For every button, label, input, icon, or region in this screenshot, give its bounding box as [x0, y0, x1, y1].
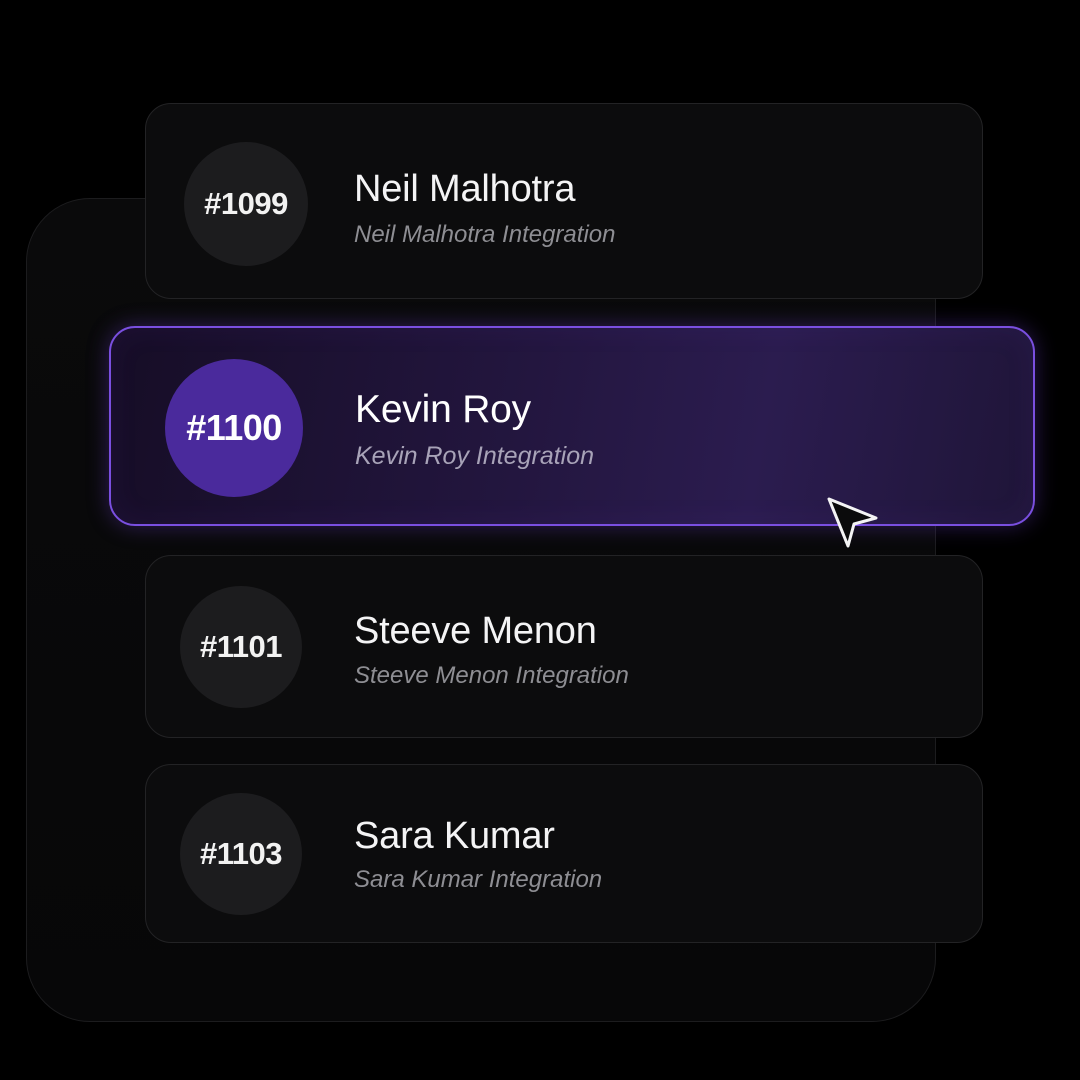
item-subtitle: Steeve Menon Integration	[354, 662, 629, 689]
id-badge: #1099	[184, 142, 308, 266]
id-badge: #1103	[180, 793, 302, 915]
id-badge-label: #1100	[186, 407, 282, 448]
item-name: Sara Kumar	[354, 815, 555, 857]
id-badge: #1100	[165, 359, 303, 497]
list-item-1100[interactable]: #1100 Kevin Roy Kevin Roy Integration	[109, 326, 1035, 526]
mouse-pointer-icon	[826, 496, 880, 550]
list-item-1099[interactable]: #1099 Neil Malhotra Neil Malhotra Integr…	[145, 103, 983, 299]
id-badge-label: #1103	[200, 836, 283, 871]
list-item-1101[interactable]: #1101 Steeve Menon Steeve Menon Integrat…	[145, 555, 983, 738]
id-badge-label: #1099	[204, 186, 288, 221]
item-subtitle: Kevin Roy Integration	[355, 442, 595, 470]
list-item-1103[interactable]: #1103 Sara Kumar Sara Kumar Integration	[145, 764, 983, 943]
id-badge: #1101	[180, 586, 302, 708]
item-subtitle: Sara Kumar Integration	[354, 866, 603, 893]
id-badge-label: #1101	[200, 629, 283, 664]
item-subtitle: Neil Malhotra Integration	[354, 221, 616, 248]
item-name: Steeve Menon	[354, 610, 597, 652]
item-name: Neil Malhotra	[354, 168, 576, 210]
item-name: Kevin Roy	[355, 388, 531, 431]
